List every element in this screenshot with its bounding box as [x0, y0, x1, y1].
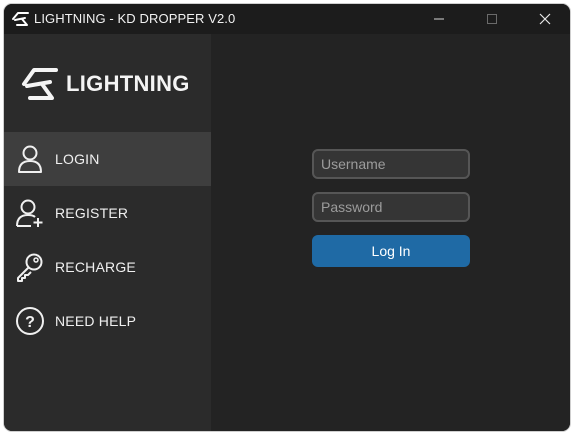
brand: LIGHTNING: [20, 64, 190, 104]
help-icon: ?: [13, 304, 47, 338]
lightning-logo-icon: [22, 68, 58, 100]
maximize-button[interactable]: [469, 4, 515, 34]
app-window: LIGHTNING - KD DROPPER V2.0 LIGHTNING LO…: [4, 4, 570, 431]
user-icon: [13, 142, 47, 176]
sidebar-item-label: REGISTER: [55, 205, 129, 221]
sidebar-item-recharge[interactable]: RECHARGE: [4, 240, 211, 294]
title-bar[interactable]: LIGHTNING - KD DROPPER V2.0: [4, 4, 570, 34]
lightning-logo-icon: [12, 12, 29, 26]
password-input[interactable]: [312, 192, 470, 222]
close-icon: [539, 13, 551, 25]
login-panel: Log In: [211, 34, 570, 431]
user-plus-icon: [13, 196, 47, 230]
maximize-icon: [487, 14, 497, 24]
username-input[interactable]: [312, 149, 470, 179]
close-button[interactable]: [522, 4, 568, 34]
sidebar-item-login[interactable]: LOGIN: [4, 132, 211, 186]
sidebar-item-label: LOGIN: [55, 151, 100, 167]
minimize-button[interactable]: [416, 4, 462, 34]
sidebar-item-label: NEED HELP: [55, 313, 137, 329]
minimize-icon: [434, 18, 444, 20]
brand-name: LIGHTNING: [66, 71, 190, 96]
login-button[interactable]: Log In: [312, 235, 470, 267]
key-icon: [13, 250, 47, 284]
sidebar-item-label: RECHARGE: [55, 259, 136, 275]
sidebar-item-need-help[interactable]: ? NEED HELP: [4, 294, 211, 348]
svg-text:?: ?: [25, 314, 35, 331]
sidebar: LIGHTNING LOGIN REGISTER RECHARGE ? NEED: [4, 34, 211, 431]
sidebar-item-register[interactable]: REGISTER: [4, 186, 211, 240]
window-title: LIGHTNING - KD DROPPER V2.0: [34, 11, 236, 26]
